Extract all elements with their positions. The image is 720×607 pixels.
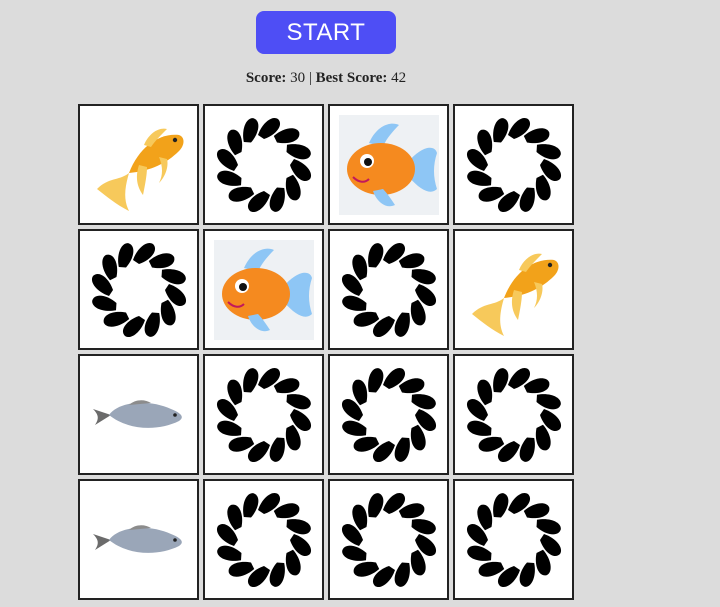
card-hidden[interactable]: [453, 104, 574, 225]
swirl-pattern-icon: [466, 367, 561, 462]
card-hidden[interactable]: [453, 479, 574, 600]
swirl-pattern-icon: [466, 492, 561, 587]
game-board: [78, 104, 574, 600]
best-score-label: Best Score:: [315, 70, 388, 86]
swirl-pattern-icon: [216, 117, 311, 212]
card-hidden[interactable]: [203, 354, 324, 475]
score-display: Score: 30 | Best Score: 42: [0, 70, 652, 87]
swirl-pattern-icon: [91, 242, 186, 337]
card-goldfish[interactable]: [78, 104, 199, 225]
swirl-pattern-icon: [341, 492, 436, 587]
score-separator: |: [308, 70, 312, 86]
swirl-pattern-icon: [466, 117, 561, 212]
card-hidden[interactable]: [453, 354, 574, 475]
card-cartoon-fish[interactable]: [328, 104, 449, 225]
card-hidden[interactable]: [328, 479, 449, 600]
cartoon-fish-icon: [338, 114, 439, 215]
goldfish-icon: [471, 253, 558, 336]
best-score-value: 42: [391, 70, 407, 86]
silver-fish-icon: [92, 524, 182, 553]
swirl-pattern-icon: [341, 367, 436, 462]
swirl-pattern-icon: [341, 242, 436, 337]
card-hidden[interactable]: [203, 104, 324, 225]
goldfish-icon: [96, 128, 183, 211]
card-hidden[interactable]: [328, 229, 449, 350]
swirl-pattern-icon: [216, 492, 311, 587]
card-hidden[interactable]: [203, 479, 324, 600]
card-hidden[interactable]: [328, 354, 449, 475]
silver-fish-icon: [92, 399, 182, 428]
score-value: 30: [290, 70, 306, 86]
card-silver-fish[interactable]: [78, 354, 199, 475]
cartoon-fish-icon: [213, 239, 314, 340]
start-button[interactable]: START: [256, 11, 396, 54]
card-silver-fish[interactable]: [78, 479, 199, 600]
swirl-pattern-icon: [216, 367, 311, 462]
score-label: Score:: [245, 70, 287, 86]
card-cartoon-fish[interactable]: [203, 229, 324, 350]
card-hidden[interactable]: [78, 229, 199, 350]
card-goldfish[interactable]: [453, 229, 574, 350]
